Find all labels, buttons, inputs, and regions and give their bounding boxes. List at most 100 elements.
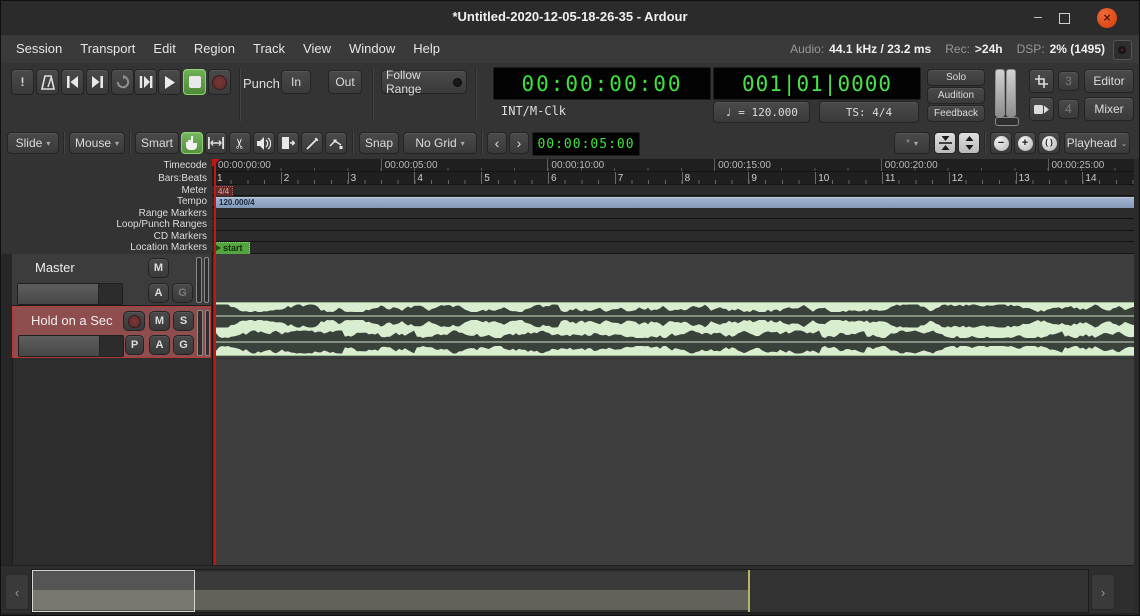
- play-icon: [164, 76, 175, 89]
- master-gain-button[interactable]: G: [172, 283, 193, 303]
- nudge-clock[interactable]: 00:00:05:00: [532, 132, 640, 156]
- zoom-in-button[interactable]: +: [1014, 132, 1036, 154]
- track-gain-button[interactable]: G: [173, 335, 194, 355]
- midi-panic-button[interactable]: !: [11, 69, 34, 95]
- zoom-to-session-button[interactable]: ( ): [1038, 132, 1060, 154]
- track-header-audio1[interactable]: Hold on a Sec M S P A G: [12, 306, 211, 358]
- loop-button[interactable]: [111, 69, 134, 95]
- track-header-master[interactable]: Master M A G: [12, 254, 211, 306]
- window-slot-4[interactable]: 4: [1058, 99, 1079, 119]
- secondary-clock[interactable]: 001|01|0000: [713, 67, 921, 100]
- timesig-button[interactable]: TS: 4/4: [819, 101, 919, 123]
- play-button[interactable]: [158, 69, 181, 95]
- bars-beats-ruler[interactable]: 1234567891011121314: [212, 172, 1134, 185]
- track-afl-button[interactable]: A: [149, 335, 170, 355]
- summary-scroll-right-button[interactable]: ›: [1091, 574, 1115, 610]
- track-record-arm-button[interactable]: [123, 311, 145, 331]
- audio-region[interactable]: [215, 302, 1135, 356]
- master-mute-button[interactable]: M: [148, 258, 169, 278]
- location-markers-ruler[interactable]: start: [212, 242, 1134, 254]
- cut-tool-button[interactable]: ✂: [229, 132, 251, 154]
- edit-mode-dropdown[interactable]: Slide▾: [7, 132, 59, 154]
- track-playlist-button[interactable]: P: [125, 335, 144, 355]
- editor-button[interactable]: Editor: [1084, 69, 1134, 93]
- tempo-ruler[interactable]: 120.000/4: [212, 196, 1134, 208]
- ardour-window: *Untitled-2020-12-05-18-26-35 - Ardour –…: [0, 0, 1140, 616]
- audition-button[interactable]: Audition: [927, 87, 985, 104]
- record-enable-button[interactable]: [208, 69, 231, 95]
- error-log-button[interactable]: [1113, 40, 1132, 60]
- summary-navigator[interactable]: [31, 569, 1089, 613]
- speaker-icon: [257, 137, 271, 150]
- menu-item-region[interactable]: Region: [185, 35, 244, 63]
- summary-scroll-left-button[interactable]: ‹: [5, 574, 29, 610]
- close-button[interactable]: ×: [1097, 8, 1117, 28]
- bar-number: 9: [748, 172, 757, 184]
- menu-item-view[interactable]: View: [294, 35, 340, 63]
- track-name-audio1[interactable]: Hold on a Sec: [31, 313, 113, 328]
- track-mute-button[interactable]: M: [149, 311, 170, 331]
- menu-item-track[interactable]: Track: [244, 35, 294, 63]
- zoom-out-button[interactable]: −: [990, 132, 1012, 154]
- menu-item-session[interactable]: Session: [7, 35, 71, 63]
- draw-tool-button[interactable]: [301, 132, 323, 154]
- mixer-button[interactable]: Mixer: [1084, 97, 1134, 121]
- menu-item-window[interactable]: Window: [340, 35, 404, 63]
- goto-start-button[interactable]: [61, 69, 84, 95]
- punch-out-button[interactable]: Out: [328, 70, 362, 94]
- expand-tracks-button[interactable]: [958, 132, 980, 154]
- punch-in-button[interactable]: In: [281, 70, 311, 94]
- summary-view-rectangle[interactable]: [32, 570, 195, 612]
- menu-item-edit[interactable]: Edit: [144, 35, 184, 63]
- nudge-forward-button[interactable]: ›: [509, 132, 529, 154]
- grid-dropdown[interactable]: No Grid▾: [403, 132, 477, 154]
- stop-button[interactable]: [183, 69, 206, 95]
- marker-combo[interactable]: *▾: [894, 132, 930, 154]
- metronome-button[interactable]: [36, 69, 59, 95]
- grab-tool-button[interactable]: [181, 132, 203, 154]
- automation-tool-button[interactable]: [325, 132, 347, 154]
- goto-end-button[interactable]: [86, 69, 109, 95]
- timecode-ruler[interactable]: 00:00:00:0000:00:05:0000:00:10:0000:00:1…: [212, 159, 1134, 172]
- tempo-button[interactable]: ♩ = 120.000: [713, 101, 810, 123]
- timecode-tick: 00:00:15:00: [714, 159, 771, 171]
- loop-punch-ruler[interactable]: [212, 219, 1134, 231]
- track-solo-button[interactable]: S: [173, 311, 194, 331]
- track-canvas[interactable]: [212, 254, 1135, 565]
- zoom-focus-dropdown[interactable]: Playhead⌄: [1064, 132, 1130, 154]
- meter-ruler[interactable]: 4/4: [212, 185, 1134, 196]
- follow-range-button[interactable]: Follow Range: [381, 70, 467, 94]
- track-fader[interactable]: [18, 335, 124, 357]
- range-markers-ruler[interactable]: [212, 208, 1134, 219]
- snap-mode-button[interactable]: Snap: [359, 132, 399, 154]
- mixer-window-button[interactable]: [1029, 97, 1054, 121]
- smart-mode-button[interactable]: Smart: [135, 132, 179, 154]
- primary-clock[interactable]: 00:00:00:00: [493, 67, 711, 100]
- audition-tool-button[interactable]: [253, 132, 275, 154]
- minimize-button[interactable]: –: [1029, 7, 1047, 27]
- range-tool-button[interactable]: [205, 132, 227, 154]
- master-afl-button[interactable]: A: [148, 283, 169, 303]
- maximize-button[interactable]: [1059, 13, 1070, 24]
- cd-markers-ruler[interactable]: [212, 231, 1134, 242]
- window-slot-3[interactable]: 3: [1058, 71, 1079, 91]
- nudge-back-button[interactable]: ‹: [487, 132, 507, 154]
- feedback-button[interactable]: Feedback: [927, 105, 985, 122]
- solo-button[interactable]: Solo: [927, 69, 985, 86]
- playhead[interactable]: [214, 159, 216, 565]
- menu-item-help[interactable]: Help: [404, 35, 449, 63]
- tempo-marker[interactable]: 120.000/4: [214, 197, 1134, 208]
- shrink-tracks-button[interactable]: [934, 132, 956, 154]
- editor-window-button[interactable]: [1029, 69, 1054, 93]
- clock-source[interactable]: INT/M-Clk: [501, 104, 566, 118]
- bar-number: 7: [615, 172, 624, 184]
- titlebar[interactable]: *Untitled-2020-12-05-18-26-35 - Ardour –…: [1, 1, 1139, 36]
- bar-number: 5: [481, 172, 490, 184]
- edit-point-dropdown[interactable]: Mouse▾: [69, 132, 125, 154]
- menu-item-transport[interactable]: Transport: [71, 35, 144, 63]
- stretch-tool-button[interactable]: [277, 132, 299, 154]
- master-fader[interactable]: [17, 283, 123, 305]
- ruler-label-location-markers: Location Markers: [1, 242, 207, 254]
- track-name-master[interactable]: Master: [35, 260, 75, 275]
- play-range-button[interactable]: [134, 69, 157, 95]
